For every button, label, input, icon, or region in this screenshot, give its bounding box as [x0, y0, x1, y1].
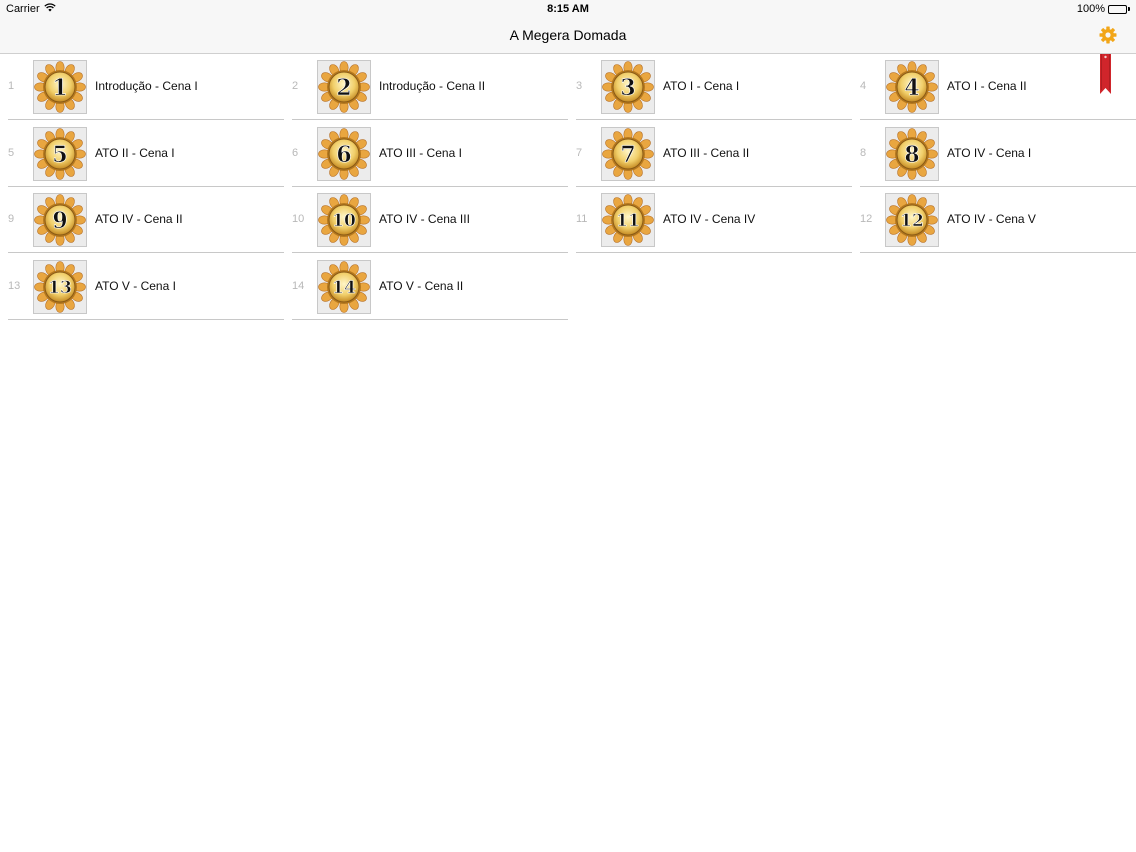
chapter-item-7[interactable]: 7 7 ATO III - Cena II	[576, 121, 852, 187]
chapter-badge: 9	[33, 193, 87, 247]
svg-text:10: 10	[332, 211, 356, 231]
battery-percent: 100%	[1076, 3, 1105, 15]
battery-icon	[1108, 4, 1130, 14]
item-separator	[576, 252, 852, 253]
medallion-icon: 8	[886, 127, 938, 180]
svg-text:12: 12	[900, 211, 924, 231]
chapter-index: 1	[8, 80, 15, 92]
chapter-badge: 6	[317, 126, 371, 181]
chapter-index: 5	[8, 146, 15, 159]
chapter-badge: 5	[33, 126, 87, 181]
chapter-badge: 14	[317, 259, 371, 314]
chapter-index: 10	[292, 213, 305, 225]
chapter-label: ATO I - Cena II	[947, 79, 1027, 93]
chapter-item-14[interactable]: 14 14 ATO V - Cena II	[292, 254, 568, 320]
chapter-index: 14	[292, 279, 305, 292]
chapter-index: 4	[860, 80, 867, 92]
bookmark-button[interactable]	[1100, 54, 1111, 94]
status-right: 100%	[1077, 3, 1130, 15]
chapter-index: 3	[576, 80, 583, 92]
chapter-label: Introdução - Cena II	[379, 79, 486, 93]
svg-text:14: 14	[332, 278, 356, 298]
chapter-item-12[interactable]: 12 12 ATO IV - Cena V	[860, 187, 1136, 253]
chapter-index: 8	[860, 146, 867, 159]
chapter-badge: 13	[33, 259, 87, 314]
chapter-item-10[interactable]: 10 10 ATO IV - Cena III	[292, 187, 568, 253]
medallion-icon: 7	[602, 127, 654, 180]
medallion-icon: 6	[318, 127, 370, 180]
medallion-icon: 11	[602, 194, 654, 246]
chapter-label: ATO III - Cena I	[379, 145, 462, 160]
chapter-label: ATO V - Cena I	[95, 278, 176, 293]
medallion-icon: 5	[34, 127, 86, 180]
chapter-label: ATO II - Cena I	[95, 145, 175, 160]
medallion-icon: 9	[34, 194, 86, 246]
svg-text:3: 3	[620, 75, 635, 101]
chapter-badge: 7	[601, 126, 655, 181]
chapter-item-8[interactable]: 8 8 ATO IV - Cena I	[860, 121, 1136, 187]
svg-text:13: 13	[48, 278, 72, 298]
svg-text:9: 9	[52, 208, 67, 234]
chapter-item-2[interactable]: 2 2 Introdução - Cena II	[292, 54, 568, 120]
svg-text:8: 8	[904, 141, 919, 167]
navigation-bar: A Megera Domada	[0, 18, 1136, 54]
status-time: 8:15 AM	[547, 3, 589, 15]
svg-text:7: 7	[620, 141, 635, 167]
medallion-icon: 12	[886, 194, 938, 246]
medallion-icon: 2	[318, 61, 370, 113]
item-separator	[860, 252, 1136, 253]
medallion-icon: 3	[602, 61, 654, 113]
chapter-item-6[interactable]: 6 6 ATO III - Cena I	[292, 121, 568, 187]
chapter-item-3[interactable]: 3 3 ATO I - Cena I	[576, 54, 852, 120]
settings-button[interactable]	[1098, 25, 1118, 45]
chapter-badge: 3	[601, 60, 655, 114]
medallion-icon: 10	[318, 194, 370, 246]
chapter-item-13[interactable]: 13 13 ATO V - Cena I	[8, 254, 284, 320]
chapter-label: ATO IV - Cena III	[379, 212, 470, 226]
chapter-item-11[interactable]: 11 11 ATO IV - Cena IV	[576, 187, 852, 253]
chapter-item-4[interactable]: 4 4 ATO I - Cena II	[860, 54, 1136, 120]
chapter-index: 12	[860, 213, 873, 225]
chapter-index: 6	[292, 146, 299, 159]
page-title: A Megera Domada	[509, 27, 627, 43]
svg-text:1: 1	[52, 75, 67, 101]
chapter-index: 11	[576, 213, 588, 225]
bookmark-ribbon-icon	[1100, 54, 1111, 94]
chapter-index: 13	[8, 279, 21, 292]
chapter-label: ATO IV - Cena II	[95, 212, 183, 226]
chapter-item-9[interactable]: 9 9 ATO IV - Cena II	[8, 187, 284, 253]
chapter-badge: 8	[885, 126, 939, 181]
svg-text:5: 5	[52, 141, 67, 167]
chapter-badge: 10	[317, 193, 371, 247]
chapter-badge: 12	[885, 193, 939, 247]
svg-text:6: 6	[336, 141, 351, 167]
chapter-label: ATO IV - Cena IV	[663, 212, 756, 226]
svg-text:2: 2	[336, 75, 351, 101]
chapter-label: ATO V - Cena II	[379, 278, 464, 293]
chapter-item-1[interactable]: 1 1 Introdução - Cena I	[8, 54, 284, 120]
item-separator	[8, 318, 284, 320]
status-bar: Carrier 8:15 AM 100%	[0, 0, 1136, 18]
chapter-index: 2	[292, 80, 299, 92]
gear-icon	[1099, 26, 1117, 44]
medallion-icon: 4	[886, 61, 938, 113]
chapter-badge: 11	[601, 193, 655, 247]
chapter-item-5[interactable]: 5 5 ATO II - Cena I	[8, 121, 284, 187]
chapter-label: ATO IV - Cena V	[947, 212, 1036, 226]
chapter-label: ATO I - Cena I	[663, 79, 740, 93]
chapter-index: 9	[8, 213, 15, 225]
medallion-icon: 14	[318, 260, 370, 313]
chapter-label: ATO III - Cena II	[663, 145, 750, 160]
medallion-icon: 13	[34, 260, 86, 313]
chapter-index: 7	[576, 146, 583, 159]
chapter-label: ATO IV - Cena I	[947, 145, 1032, 160]
chapter-badge: 4	[885, 60, 939, 114]
item-separator	[292, 318, 568, 320]
svg-text:4: 4	[904, 75, 919, 101]
chapter-label: Introdução - Cena I	[95, 79, 198, 93]
chapter-badge: 2	[317, 60, 371, 114]
medallion-icon: 1	[34, 61, 86, 113]
svg-text:11: 11	[616, 211, 640, 231]
chapter-badge: 1	[33, 60, 87, 114]
